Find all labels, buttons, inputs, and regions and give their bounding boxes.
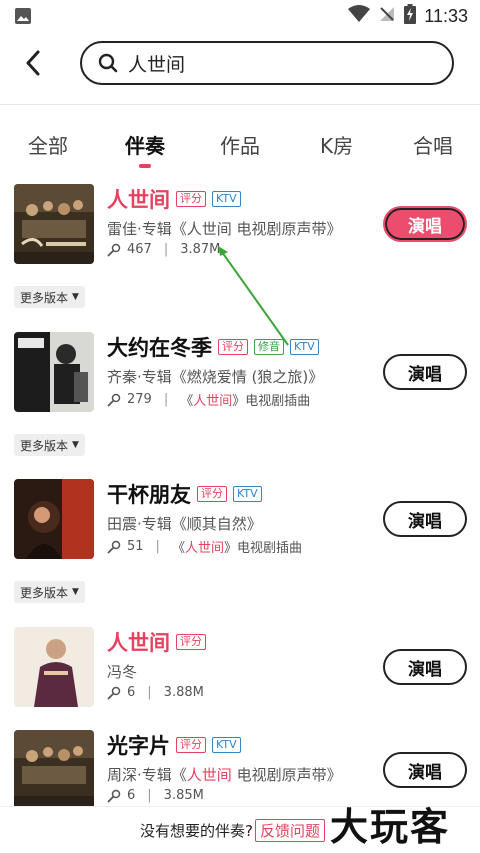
- sing-button[interactable]: 演唱: [383, 206, 467, 242]
- score-tag: 评分: [176, 191, 206, 207]
- image-icon: [14, 7, 32, 29]
- search-query: 人世间: [128, 53, 186, 76]
- song-meta: 6 | 3.85M: [107, 788, 204, 803]
- song-item[interactable]: 人世间 评分 KTV 雷佳·专辑《人世间 电视剧原声带》 467 | 3.87M…: [0, 184, 480, 274]
- watermark: 大玩客: [330, 804, 451, 849]
- song-artist-album: 雷佳·专辑《人世间 电视剧原声带》: [107, 220, 342, 238]
- back-button[interactable]: [18, 48, 48, 78]
- feedback-button[interactable]: 反馈问题: [254, 819, 325, 842]
- microphone-icon: [107, 393, 121, 406]
- play-count: 6: [127, 685, 136, 700]
- separator: |: [163, 392, 169, 407]
- more-versions-button[interactable]: 更多版本 ▼: [14, 434, 85, 456]
- song-title: 人世间: [107, 188, 170, 212]
- ktv-tag: KTV: [212, 191, 241, 207]
- song-artist-album: 田震·专辑《顺其自然》: [107, 515, 262, 533]
- more-versions-label: 更多版本: [20, 585, 69, 600]
- separator: |: [147, 685, 152, 700]
- caret-down-icon: ▼: [72, 440, 79, 450]
- file-size: 3.87M: [180, 242, 221, 257]
- tab-accompaniment[interactable]: 伴奏: [125, 130, 165, 159]
- album-cover: [14, 184, 94, 264]
- sing-button[interactable]: 演唱: [383, 649, 467, 685]
- no-signal-icon: [378, 5, 396, 27]
- tab-k-room[interactable]: K房: [320, 130, 353, 159]
- tab-all[interactable]: 全部: [28, 130, 68, 159]
- tab-chorus[interactable]: 合唱: [413, 130, 453, 159]
- song-artist-album: 齐秦·专辑《燃烧爱情 (狼之旅)》: [107, 368, 324, 386]
- footer-text: 没有想要的伴奏? 反馈问题: [140, 819, 325, 842]
- sing-button[interactable]: 演唱: [383, 501, 467, 537]
- microphone-icon: [107, 243, 121, 256]
- more-versions-button[interactable]: 更多版本 ▼: [14, 286, 85, 308]
- song-meta: 6 | 3.88M: [107, 685, 204, 700]
- tab-works[interactable]: 作品: [220, 130, 260, 159]
- search-header: 人世间: [0, 38, 480, 88]
- separator: |: [155, 539, 160, 554]
- ktv-tag: KTV: [212, 737, 241, 753]
- album-cover: [14, 332, 94, 412]
- song-title: 光字片: [107, 734, 170, 758]
- play-count: 6: [127, 788, 136, 803]
- caret-down-icon: ▼: [72, 292, 79, 302]
- song-title: 干杯朋友: [107, 483, 191, 507]
- search-input[interactable]: 人世间: [80, 41, 454, 85]
- song-meta: 467 | 3.87M: [107, 242, 220, 257]
- ktv-tag: KTV: [290, 339, 319, 355]
- more-versions-label: 更多版本: [20, 438, 69, 453]
- more-versions-button[interactable]: 更多版本 ▼: [14, 581, 85, 603]
- caret-down-icon: ▼: [72, 587, 79, 597]
- score-tag: 评分: [197, 486, 227, 502]
- ktv-tag: KTV: [233, 486, 262, 502]
- active-tab-indicator: [139, 164, 151, 168]
- microphone-icon: [107, 540, 121, 553]
- chevron-left-icon: [26, 50, 40, 76]
- play-count: 51: [127, 539, 144, 554]
- microphone-icon: [107, 686, 121, 699]
- song-note: 《人世间》电视剧插曲: [171, 541, 302, 556]
- sing-button[interactable]: 演唱: [383, 752, 467, 788]
- more-versions-label: 更多版本: [20, 290, 69, 305]
- song-meta: 51 | 《人世间》电视剧插曲: [107, 537, 302, 556]
- pitch-fix-tag: 修音: [254, 339, 284, 355]
- play-count: 467: [127, 242, 152, 257]
- separator: |: [147, 788, 152, 803]
- sing-button[interactable]: 演唱: [383, 354, 467, 390]
- song-artist-album: 周深·专辑《人世间 电视剧原声带》: [107, 766, 342, 784]
- status-bar: 11:33: [0, 0, 480, 32]
- song-meta: 279 | 《人世间》电视剧插曲: [107, 390, 310, 409]
- separator: |: [163, 242, 169, 257]
- song-item[interactable]: 大约在冬季 评分 修音 KTV 齐秦·专辑《燃烧爱情 (狼之旅)》 279 | …: [0, 332, 480, 422]
- song-title: 大约在冬季: [107, 336, 212, 360]
- footer-prompt: 没有想要的伴奏?: [140, 822, 253, 840]
- play-count: 279: [127, 392, 152, 407]
- microphone-icon: [107, 789, 121, 802]
- song-title: 人世间: [107, 631, 170, 655]
- search-icon: [98, 53, 118, 73]
- clock: 11:33: [424, 5, 468, 26]
- score-tag: 评分: [176, 737, 206, 753]
- battery-charging-icon: [404, 4, 417, 28]
- song-item[interactable]: 人世间 评分 冯冬 6 | 3.88M 演唱: [0, 627, 480, 717]
- song-item[interactable]: 干杯朋友 评分 KTV 田震·专辑《顺其自然》 51 | 《人世间》电视剧插曲 …: [0, 479, 480, 569]
- wifi-icon: [348, 5, 371, 27]
- score-tag: 评分: [218, 339, 248, 355]
- song-note: 《人世间》电视剧插曲: [180, 394, 311, 409]
- file-size: 3.85M: [163, 788, 204, 803]
- score-tag: 评分: [176, 634, 206, 650]
- song-artist: 冯冬: [107, 663, 138, 681]
- file-size: 3.88M: [163, 685, 204, 700]
- tab-bar: 全部 伴奏 作品 K房 合唱: [0, 126, 480, 176]
- album-cover: [14, 479, 94, 559]
- album-cover: [14, 627, 94, 707]
- divider: [0, 104, 480, 105]
- album-cover: [14, 730, 94, 810]
